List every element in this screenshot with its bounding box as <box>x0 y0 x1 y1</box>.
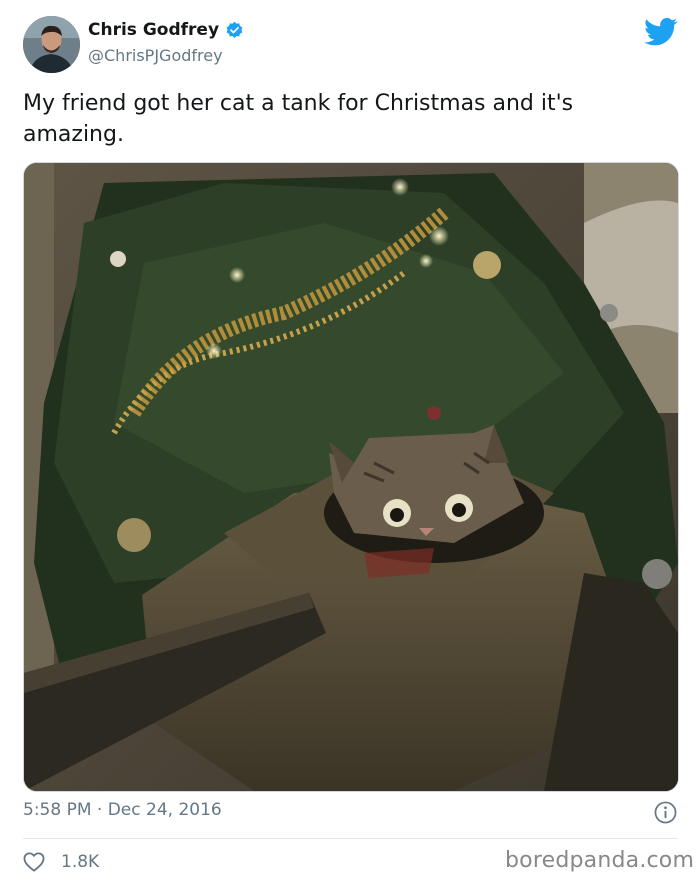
cat-tank-photo <box>24 163 678 791</box>
author-handle[interactable]: @ChrisPJGodfrey <box>88 46 223 65</box>
like-count[interactable]: 1.8K <box>61 852 99 872</box>
tweet-timestamp[interactable]: 5:58 PM · Dec 24, 2016 <box>23 800 222 820</box>
heart-icon[interactable] <box>23 852 45 872</box>
twitter-bird-icon[interactable] <box>644 18 678 46</box>
tweet-photo[interactable] <box>23 162 679 792</box>
watermark: boredpanda.com <box>505 848 695 873</box>
verified-badge-icon <box>225 21 244 40</box>
author-display-name[interactable]: Chris Godfrey <box>88 20 219 40</box>
avatar[interactable] <box>23 16 80 73</box>
tweet-card: Chris Godfrey @ChrisPJGodfrey My friend … <box>0 0 700 892</box>
divider <box>23 838 677 839</box>
info-icon[interactable] <box>654 801 677 824</box>
author-name-row[interactable]: Chris Godfrey <box>88 20 244 40</box>
tweet-text: My friend got her cat a tank for Christm… <box>23 91 574 147</box>
